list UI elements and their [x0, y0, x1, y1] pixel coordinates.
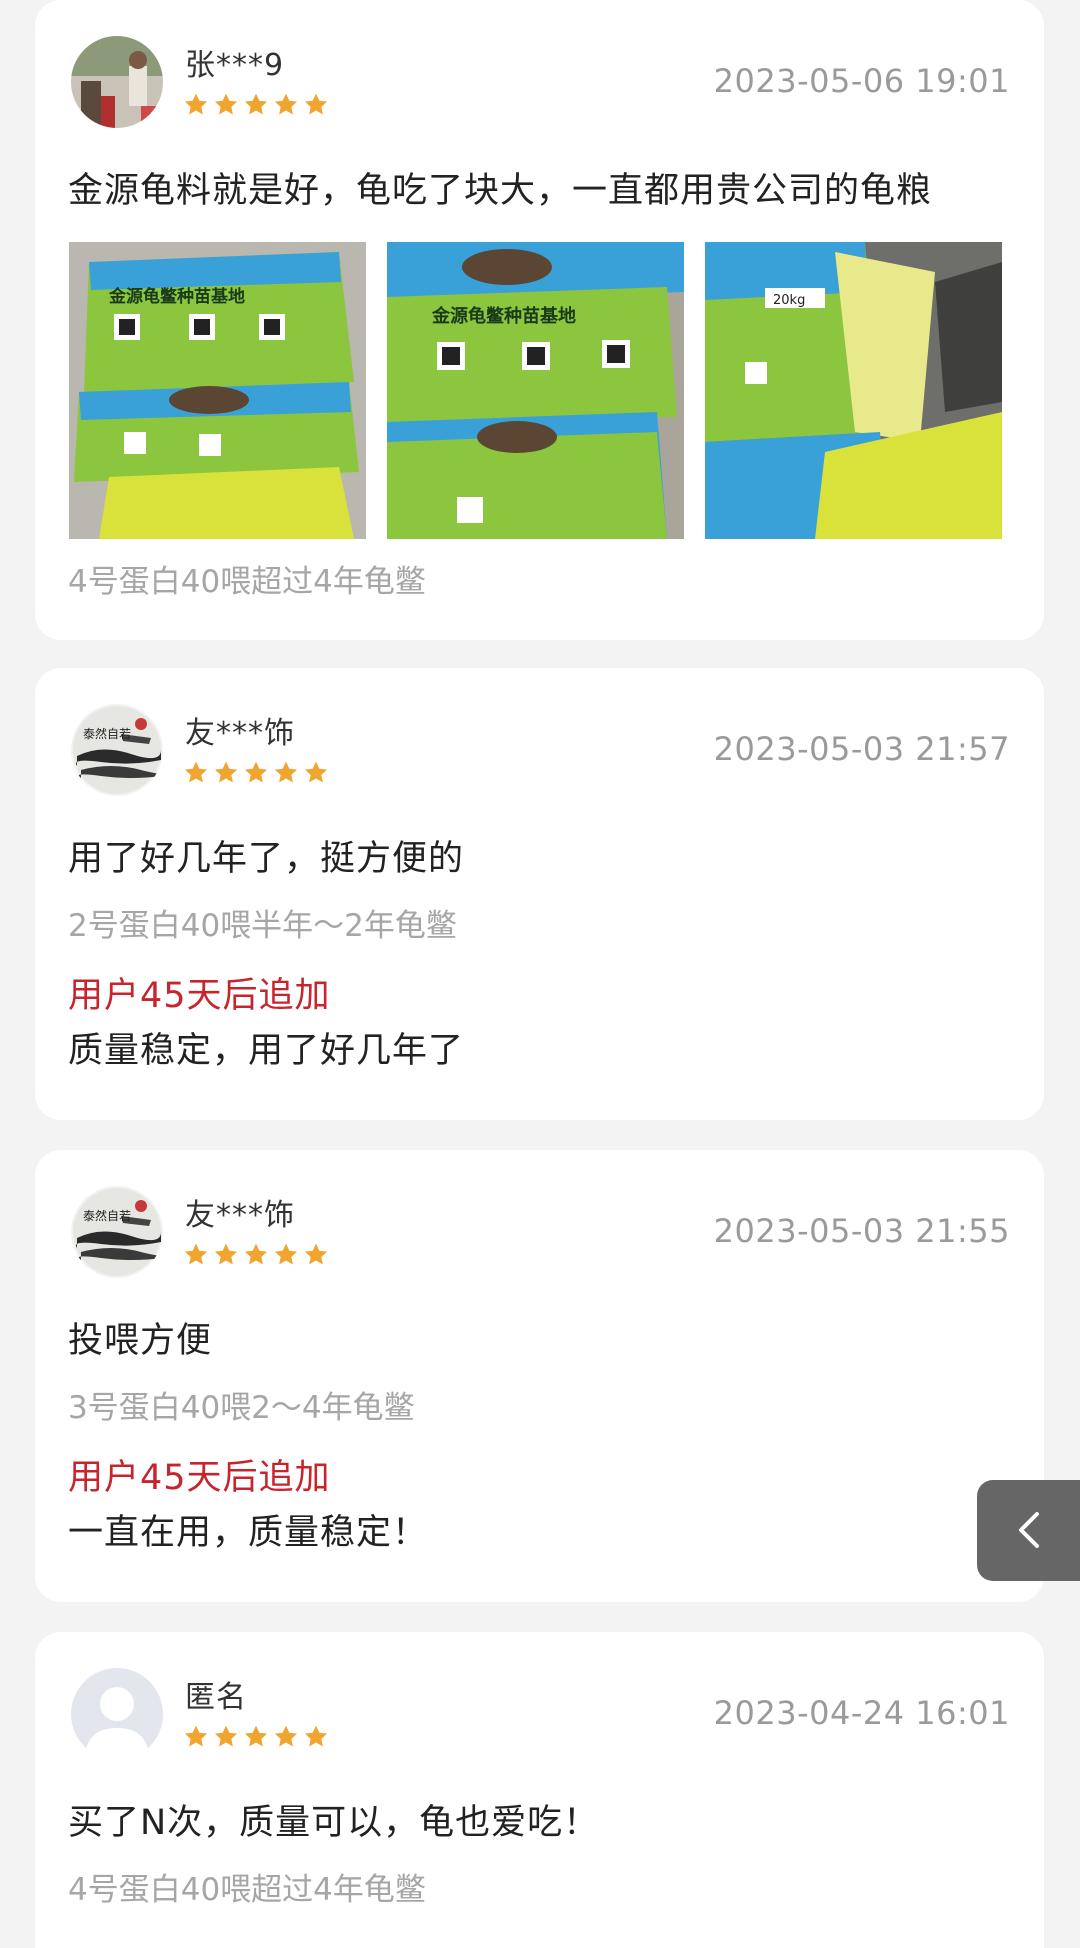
star-icon [214, 1725, 238, 1747]
review-card: 匿名 2023-04-24 16:01 买了N次，质量可以，龟也爱吃！ 4号蛋白… [35, 1632, 1044, 1948]
product-spec: 3号蛋白40喂2～4年龟鳖 [68, 1390, 415, 1426]
avatar-ink-painting: 泰然自若 [71, 704, 163, 796]
username: 张***9 [185, 48, 285, 83]
avatar[interactable]: 泰然自若 [71, 704, 163, 796]
product-spec: 2号蛋白40喂半年～2年龟鳖 [68, 908, 457, 944]
star-icon [214, 761, 238, 783]
star-rating [183, 1724, 329, 1750]
bag-label: 20kg [773, 293, 805, 308]
review-date: 2023-05-06 19:01 [713, 62, 1010, 100]
review-comment: 投喂方便 [68, 1321, 213, 1361]
star-icon [184, 1725, 208, 1747]
followup-label: 用户45天后追加 [68, 1458, 331, 1498]
star-icon [274, 93, 298, 115]
product-bag-photo: 金源龟鳖种苗基地 [69, 242, 366, 539]
username: 友***饰 [185, 716, 295, 751]
product-bag-photo: 金源龟鳖种苗基地 [387, 242, 684, 539]
avatar[interactable]: 泰然自若 [71, 1186, 163, 1278]
svg-text:泰然自若: 泰然自若 [83, 1208, 131, 1223]
review-photo[interactable]: 金源龟鳖种苗基地 [387, 242, 684, 539]
followup-comment: 一直在用，质量稳定！ [68, 1513, 429, 1553]
star-icon [244, 1243, 268, 1265]
star-icon [184, 1243, 208, 1265]
star-icon [214, 1243, 238, 1265]
product-spec: 4号蛋白40喂超过4年龟鳖 [68, 564, 426, 600]
back-button[interactable] [977, 1480, 1080, 1581]
review-comment: 金源龟料就是好，龟吃了块大，一直都用贵公司的龟粮 [68, 171, 933, 211]
product-bag-photo: 20kg [705, 242, 1002, 539]
star-icon [184, 761, 208, 783]
star-icon [274, 1243, 298, 1265]
username: 匿名 [185, 1680, 247, 1715]
star-rating [183, 92, 329, 118]
star-rating [183, 760, 329, 786]
star-icon [244, 93, 268, 115]
avatar[interactable] [71, 36, 163, 128]
product-spec: 4号蛋白40喂超过4年龟鳖 [68, 1872, 426, 1908]
avatar[interactable] [71, 1668, 163, 1760]
review-date: 2023-05-03 21:55 [713, 1212, 1010, 1250]
star-icon [304, 761, 328, 783]
bag-label: 金源龟鳖种苗基地 [108, 286, 245, 307]
chevron-left-icon [1019, 1512, 1039, 1548]
review-comment: 买了N次，质量可以，龟也爱吃！ [68, 1803, 600, 1843]
username: 友***饰 [185, 1198, 295, 1233]
review-date: 2023-04-24 16:01 [713, 1694, 1010, 1732]
star-icon [304, 93, 328, 115]
review-card: 张***9 2023-05-06 19:01 金源龟料就是好，龟吃了块大，一直都… [35, 0, 1044, 640]
star-icon [304, 1725, 328, 1747]
star-icon [244, 761, 268, 783]
review-comment: 用了好几年了，挺方便的 [68, 839, 465, 879]
star-icon [214, 93, 238, 115]
star-icon [274, 761, 298, 783]
review-card: 泰然自若 友***饰 2023-05-03 21:57 用了好几年了，挺方便的 … [35, 668, 1044, 1120]
star-rating [183, 1242, 329, 1268]
star-icon [244, 1725, 268, 1747]
bag-label: 金源龟鳖种苗基地 [431, 305, 576, 327]
review-card: 泰然自若 友***饰 2023-05-03 21:55 投喂方便 3号蛋白40喂… [35, 1150, 1044, 1602]
svg-text:泰然自若: 泰然自若 [83, 726, 131, 741]
followup-label: 用户45天后追加 [68, 976, 331, 1016]
star-icon [274, 1725, 298, 1747]
followup-comment: 质量稳定，用了好几年了 [68, 1031, 465, 1071]
review-photo[interactable]: 金源龟鳖种苗基地 [69, 242, 366, 539]
avatar-photo [71, 36, 163, 128]
avatar-ink-painting: 泰然自若 [71, 1186, 163, 1278]
review-photo[interactable]: 20kg [705, 242, 1002, 539]
star-icon [304, 1243, 328, 1265]
star-icon [184, 93, 208, 115]
default-avatar-icon [71, 1668, 163, 1760]
review-date: 2023-05-03 21:57 [713, 730, 1010, 768]
